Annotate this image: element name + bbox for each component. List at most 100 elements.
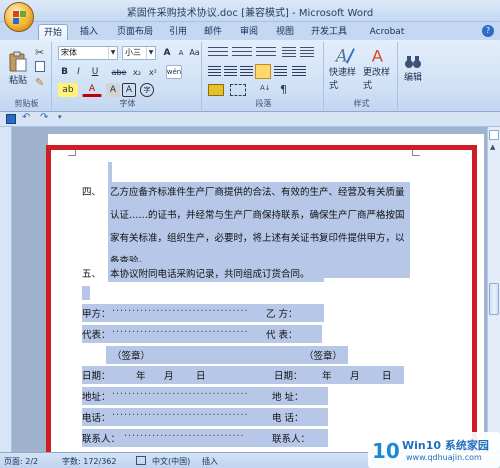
editing-button[interactable]: 编辑 [400,44,426,92]
chevron-down-icon: ▼ [108,47,117,59]
word-count[interactable]: 字数: 172/362 [62,456,116,467]
annotation-frame [46,145,477,459]
strikethrough-button[interactable]: abe [110,65,128,79]
decrease-indent-icon[interactable] [282,47,296,59]
tab-mailings[interactable]: 邮件 [200,24,226,40]
justify-icon[interactable] [255,64,271,79]
undo-icon[interactable]: ↶ [22,112,30,123]
increase-indent-icon[interactable] [300,47,314,59]
quick-access-toolbar: ↶ ↷ ▾ [0,112,500,127]
borders-icon[interactable] [230,84,246,96]
window-title: 紧固件采购技术协议.doc [兼容模式] - Microsoft Word [126,8,374,19]
tab-insert[interactable]: 插入 [76,24,102,40]
quick-access-toolbar-top [38,4,50,16]
quick-styles-label: 快速样式 [329,68,357,91]
grow-font-button[interactable]: A [160,45,174,60]
tab-review[interactable]: 审阅 [236,24,262,40]
line-spacing-icon[interactable] [292,66,306,77]
subscript-button[interactable]: x₂ [130,65,144,79]
font-group: 宋体 ▼ 小三 ▼ A A Aa B I U abe x₂ x² wén ab … [54,42,202,110]
align-center-icon[interactable] [224,66,237,77]
site-watermark: 10 Win10 系统家园 www.qdhuajin.com [368,432,500,468]
save-icon[interactable] [38,4,50,16]
chevron-down-icon: ▼ [146,47,155,59]
save-icon[interactable] [6,114,16,124]
format-painter-icon[interactable]: ✎ [35,76,44,89]
clipboard-group: 粘贴 ✂ ✎ 剪贴板 [2,42,52,110]
char-border-icon: A [125,85,133,95]
underline-button[interactable]: U [86,65,104,79]
window-controls [430,0,500,20]
tab-view[interactable]: 视图 [272,24,298,40]
help-icon[interactable]: ? [482,25,494,37]
tab-page-layout[interactable]: 页面布局 [112,24,158,40]
ruler-toggle-icon[interactable] [489,130,499,140]
font-color-button[interactable]: A [82,83,102,97]
language[interactable]: 中文(中国) [152,456,190,467]
enclose-char-button[interactable]: 字 [140,83,154,97]
font-name-combo[interactable]: 宋体 ▼ [58,46,118,60]
show-marks-icon[interactable]: ¶ [280,83,294,97]
paste-icon [9,51,27,71]
italic-button[interactable]: I [72,65,85,79]
shrink-font-button[interactable]: A [174,45,188,60]
paste-button[interactable]: 粘贴 [6,45,30,91]
redo-icon[interactable]: ↷ [40,112,48,123]
editing-group: 编辑 [400,42,426,110]
underline-icon: U [91,67,99,77]
char-shading-button[interactable]: A [106,83,120,97]
office-button[interactable] [4,2,34,32]
scroll-up-icon[interactable]: ▲ [490,143,495,151]
align-left-icon[interactable] [208,66,221,77]
paragraph-group-label: 段落 [255,99,272,108]
tab-home[interactable]: 开始 [38,24,68,40]
char-border-button[interactable]: A [122,83,136,97]
scroll-thumb[interactable] [489,283,499,315]
watermark-url: www.qdhuajin.com [406,453,482,462]
tab-acrobat[interactable]: Acrobat [366,24,408,40]
clear-format-button[interactable]: Aa [188,45,201,60]
multilevel-list-icon[interactable] [256,47,276,59]
shading-icon[interactable] [208,84,224,96]
vertical-ruler [0,127,12,452]
italic-icon: I [77,67,80,77]
customize-qat-icon[interactable]: ▾ [58,113,62,121]
quick-styles-icon: A [334,46,355,65]
ribbon: 粘贴 ✂ ✎ 剪贴板 宋体 ▼ 小三 ▼ A A Aa B I U abe x₂… [0,40,500,112]
bold-icon: B [61,67,68,77]
bold-button[interactable]: B [58,65,71,79]
change-styles-icon: A [372,46,384,65]
cut-icon[interactable]: ✂ [35,46,44,59]
svg-text:A: A [334,46,348,65]
quick-styles-button[interactable]: A 快速样式 [328,44,362,92]
clear-format-icon: Aa [189,48,200,57]
ribbon-tabs: 开始 插入 页面布局 引用 邮件 审阅 视图 开发工具 Acrobat ? [0,22,500,40]
spelling-icon[interactable] [136,456,146,465]
win10-logo-icon: 10 [372,439,400,463]
superscript-button[interactable]: x² [146,65,160,79]
binoculars-icon [405,55,421,68]
font-size-combo[interactable]: 小三 ▼ [122,46,156,60]
tab-references[interactable]: 引用 [164,24,192,40]
numbering-icon[interactable] [232,47,252,59]
svg-text:10: 10 [372,439,400,463]
tab-developer[interactable]: 开发工具 [306,24,352,40]
phonetic-guide-button[interactable]: wén [166,65,182,79]
change-styles-button[interactable]: A 更改样式 [362,44,396,92]
subscript-icon: x₂ [133,67,141,77]
paste-label: 粘贴 [8,75,27,86]
superscript-icon: x² [149,67,157,77]
phonetic-guide-icon: wén [166,68,182,76]
align-right-icon[interactable] [240,66,253,77]
page-count[interactable]: 页面: 2/2 [4,456,38,467]
copy-icon[interactable] [35,61,45,72]
distributed-icon[interactable] [274,66,287,77]
vertical-scrollbar[interactable]: ▲ [487,127,500,452]
highlight-button[interactable]: ab [58,83,78,97]
bullets-icon[interactable] [208,47,228,59]
insert-mode[interactable]: 插入 [202,456,218,467]
styles-group-label: 样式 [353,99,370,108]
change-styles-label: 更改样式 [363,68,391,91]
sort-icon[interactable]: A↓ [260,84,274,96]
enclose-char-icon: 字 [143,86,151,94]
